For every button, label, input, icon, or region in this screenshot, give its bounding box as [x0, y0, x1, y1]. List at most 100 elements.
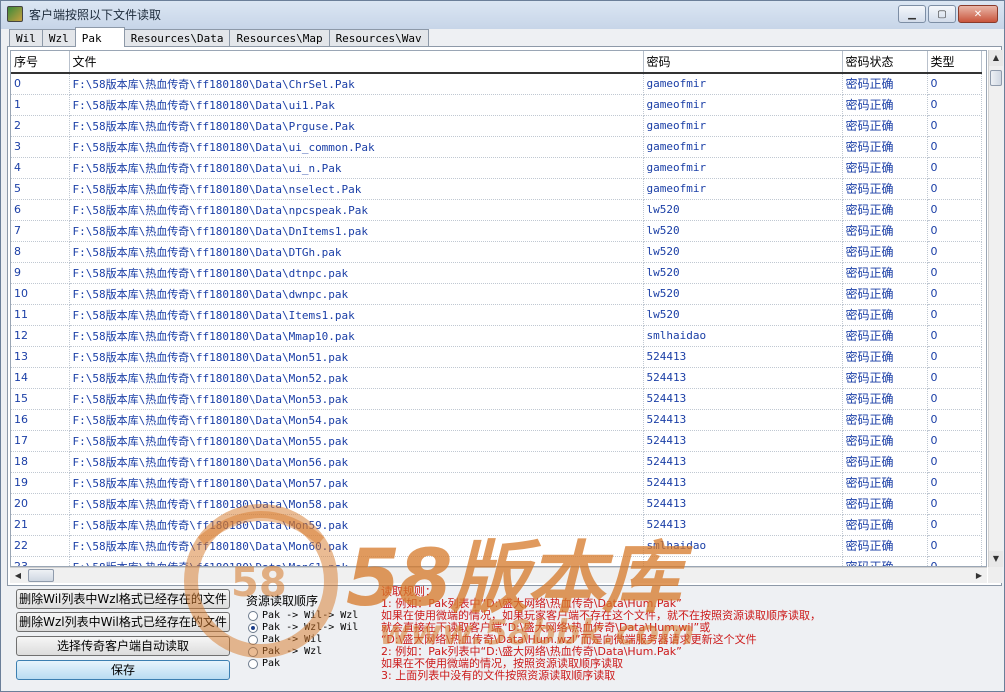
- cell-password: lw520: [643, 241, 843, 263]
- cell-password-status: 密码正确: [842, 430, 928, 452]
- cell-password-status: 密码正确: [842, 514, 928, 536]
- cell-file-path: F:\58版本库\热血传奇\ff180180\Data\Mmap10.pak: [69, 325, 644, 347]
- cell-password: 524413: [643, 367, 843, 389]
- horizontal-scroll-thumb[interactable]: [28, 569, 54, 582]
- cell-password-status: 密码正确: [842, 178, 928, 200]
- scroll-corner: [988, 567, 1002, 583]
- cell-file-path: F:\58版本库\热血传奇\ff180180\Data\Mon57.pak: [69, 472, 644, 494]
- column-header-password[interactable]: 密码: [643, 51, 843, 74]
- delete-wzl-duplicates-button[interactable]: 删除Wzl列表中Wil格式已经存在的文件: [16, 612, 230, 632]
- minimize-icon: ▁: [908, 8, 916, 20]
- cell-type: 0: [927, 262, 982, 284]
- radio-checked-icon[interactable]: [248, 622, 258, 633]
- vertical-scroll-thumb[interactable]: [990, 70, 1002, 86]
- resource-order-option[interactable]: Pak -> Wil-> Wzl: [248, 610, 358, 621]
- table-row[interactable]: 7 F:\58版本库\热血传奇\ff180180\Data\DnItems1.pa…: [11, 220, 982, 242]
- radio-icon[interactable]: [248, 646, 258, 657]
- cell-password-status: 密码正确: [842, 73, 928, 95]
- table-row[interactable]: 12 F:\58版本库\热血传奇\ff180180\Data\Mmap10.pak…: [11, 325, 982, 347]
- table-row[interactable]: 18 F:\58版本库\热血传奇\ff180180\Data\Mon56.pak 5…: [11, 451, 982, 473]
- save-button[interactable]: 保存: [16, 660, 230, 680]
- table-row[interactable]: 9 F:\58版本库\热血传奇\ff180180\Data\dtnpc.pak lw…: [11, 262, 982, 284]
- column-header-password-status[interactable]: 密码状态: [842, 51, 928, 74]
- cell-password: smlhaidao: [643, 535, 843, 557]
- tab-wzl[interactable]: Wzl: [41, 29, 76, 47]
- tab-pak[interactable]: Pak: [74, 27, 125, 47]
- table-row[interactable]: 13 F:\58版本库\热血传奇\ff180180\Data\Mon51.pak 5…: [11, 346, 982, 368]
- table-row[interactable]: 11 F:\58版本库\热血传奇\ff180180\Data\Items1.pak…: [11, 304, 982, 326]
- radio-icon[interactable]: [248, 658, 258, 669]
- table-row[interactable]: 19 F:\58版本库\热血传奇\ff180180\Data\Mon57.pak 5…: [11, 472, 982, 494]
- cell-type: 0: [927, 304, 982, 326]
- table-row[interactable]: 15 F:\58版本库\热血传奇\ff180180\Data\Mon53.pak 5…: [11, 388, 982, 410]
- delete-wil-duplicates-button[interactable]: 删除Wil列表中Wzl格式已经存在的文件: [16, 589, 230, 609]
- table-row[interactable]: 1 F:\58版本库\热血传奇\ff180180\Data\ui1.Pak game…: [11, 94, 982, 116]
- resource-order-option[interactable]: Pak -> Wzl-> Wil: [248, 622, 358, 633]
- table-row[interactable]: 22 F:\58版本库\热血传奇\ff180180\Data\Mon60.pak s…: [11, 535, 982, 557]
- cell-file-path: F:\58版本库\热血传奇\ff180180\Data\Mon54.pak: [69, 409, 644, 431]
- tab-resources-wav[interactable]: Resources\Wav: [328, 29, 429, 47]
- radio-icon[interactable]: [248, 634, 258, 645]
- table-row[interactable]: 3 F:\58版本库\热血传奇\ff180180\Data\ui_common.P…: [11, 136, 982, 158]
- cell-index: 2: [11, 115, 70, 137]
- maximize-button[interactable]: ▢: [928, 5, 956, 23]
- cell-index: 11: [11, 304, 70, 326]
- column-header-index[interactable]: 序号: [11, 51, 70, 74]
- tab-resources-map[interactable]: Resources\Map: [229, 29, 330, 47]
- cell-type: 0: [927, 367, 982, 389]
- table-row[interactable]: 0 F:\58版本库\热血传奇\ff180180\Data\ChrSel.Pak g…: [11, 73, 982, 95]
- table-row[interactable]: 4 F:\58版本库\热血传奇\ff180180\Data\ui_n.Pak gam…: [11, 157, 982, 179]
- resource-order-option[interactable]: Pak -> Wzl: [248, 646, 322, 657]
- pak-file-grid[interactable]: 序号 文件 密码 密码状态 类型 0 F:\58版本库\热血传奇\ff180180…: [10, 50, 987, 567]
- auto-read-client-button[interactable]: 选择传奇客户端自动读取: [16, 636, 230, 656]
- close-button[interactable]: ✕: [958, 5, 998, 23]
- app-icon: [7, 6, 23, 22]
- cell-index: 20: [11, 493, 70, 515]
- table-row[interactable]: 8 F:\58版本库\热血传奇\ff180180\Data\DTGh.pak lw5…: [11, 241, 982, 263]
- scroll-right-icon[interactable]: ▶: [971, 568, 987, 584]
- table-row[interactable]: 16 F:\58版本库\热血传奇\ff180180\Data\Mon54.pak 5…: [11, 409, 982, 431]
- cell-password: lw520: [643, 220, 843, 242]
- tab-wil[interactable]: Wil: [9, 29, 43, 47]
- cell-password: gameofmir: [643, 115, 843, 137]
- table-row[interactable]: 14 F:\58版本库\热血传奇\ff180180\Data\Mon52.pak 5…: [11, 367, 982, 389]
- column-header-type[interactable]: 类型: [927, 51, 982, 74]
- horizontal-scrollbar[interactable]: ◀ ▶: [10, 567, 987, 583]
- table-row[interactable]: 17 F:\58版本库\热血传奇\ff180180\Data\Mon55.pak 5…: [11, 430, 982, 452]
- table-row[interactable]: 23 F:\58版本库\热血传奇\ff180180\Data\Mon61.pak 密…: [11, 556, 982, 566]
- cell-password-status: 密码正确: [842, 472, 928, 494]
- cell-password-status: 密码正确: [842, 262, 928, 284]
- radio-icon[interactable]: [248, 610, 258, 621]
- table-row[interactable]: 2 F:\58版本库\热血传奇\ff180180\Data\Prguse.Pak g…: [11, 115, 982, 137]
- column-header-file[interactable]: 文件: [69, 51, 644, 74]
- minimize-button[interactable]: ▁: [898, 5, 926, 23]
- scroll-left-icon[interactable]: ◀: [10, 568, 26, 584]
- tab-strip: Wil Wzl Pak Resources\Data Resources\Map…: [9, 27, 429, 47]
- cell-type: 0: [927, 388, 982, 410]
- cell-file-path: F:\58版本库\热血传奇\ff180180\Data\Mon60.pak: [69, 535, 644, 557]
- vertical-scrollbar[interactable]: ▲ ▼: [988, 50, 1003, 567]
- cell-password-status: 密码正确: [842, 283, 928, 305]
- cell-password-status: 密码正确: [842, 388, 928, 410]
- table-row[interactable]: 5 F:\58版本库\热血传奇\ff180180\Data\nselect.Pak…: [11, 178, 982, 200]
- scroll-down-icon[interactable]: ▼: [989, 551, 1003, 567]
- cell-file-path: F:\58版本库\热血传奇\ff180180\Data\ui1.Pak: [69, 94, 644, 116]
- table-row[interactable]: 21 F:\58版本库\热血传奇\ff180180\Data\Mon59.pak 5…: [11, 514, 982, 536]
- title-bar: 客户端按照以下文件读取 ▁ ▢ ✕: [1, 1, 1004, 27]
- cell-type: 0: [927, 115, 982, 137]
- table-row[interactable]: 10 F:\58版本库\热血传奇\ff180180\Data\dwnpc.pak l…: [11, 283, 982, 305]
- resource-order-option[interactable]: Pak: [248, 658, 280, 669]
- resource-order-option[interactable]: Pak -> Wil: [248, 634, 322, 645]
- cell-file-path: F:\58版本库\热血传奇\ff180180\Data\Mon51.pak: [69, 346, 644, 368]
- tab-resources-data[interactable]: Resources\Data: [123, 29, 231, 47]
- table-row[interactable]: 6 F:\58版本库\热血传奇\ff180180\Data\npcspeak.Pa…: [11, 199, 982, 221]
- cell-index: 23: [11, 556, 70, 566]
- cell-password: lw520: [643, 283, 843, 305]
- table-row[interactable]: 20 F:\58版本库\热血传奇\ff180180\Data\Mon58.pak 5…: [11, 493, 982, 515]
- cell-type: 0: [927, 157, 982, 179]
- cell-password: gameofmir: [643, 157, 843, 179]
- scroll-up-icon[interactable]: ▲: [989, 50, 1003, 66]
- cell-password: smlhaidao: [643, 325, 843, 347]
- cell-index: 0: [11, 73, 70, 95]
- cell-type: 0: [927, 346, 982, 368]
